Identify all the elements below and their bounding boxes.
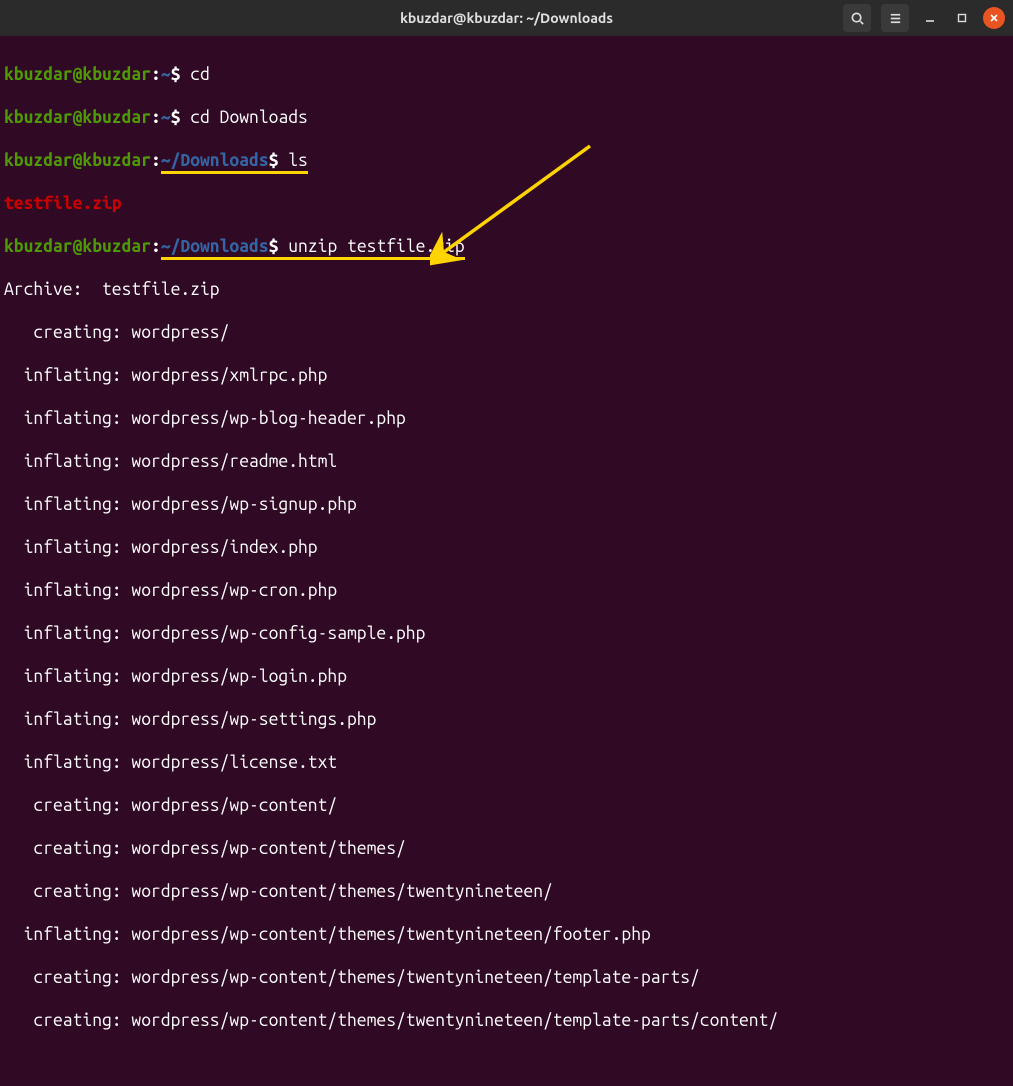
prompt-user: kbuzdar@kbuzdar: [4, 151, 151, 170]
output-line: Archive: testfile.zip: [4, 279, 1007, 301]
minimize-button[interactable]: [919, 7, 941, 29]
search-icon: [850, 11, 865, 26]
prompt-sep: :: [151, 237, 161, 256]
maximize-icon: [957, 13, 967, 23]
prompt-sep: :: [151, 151, 161, 170]
prompt-sep: :: [151, 65, 161, 84]
terminal-line: kbuzdar@kbuzdar:~$ cd Downloads: [4, 107, 1007, 129]
search-button[interactable]: [843, 4, 871, 32]
titlebar: kbuzdar@kbuzdar: ~/Downloads: [0, 0, 1013, 36]
output-line: inflating: wordpress/wp-config-sample.ph…: [4, 623, 1007, 645]
output-line: inflating: wordpress/xmlrpc.php: [4, 365, 1007, 387]
output-line: creating: wordpress/wp-content/themes/tw…: [4, 967, 1007, 989]
terminal-line: kbuzdar@kbuzdar:~$ cd: [4, 64, 1007, 86]
command-text: cd Downloads: [190, 108, 308, 127]
command-text: ls: [288, 151, 308, 174]
output-line: creating: wordpress/wp-content/themes/: [4, 838, 1007, 860]
output-line: inflating: wordpress/index.php: [4, 537, 1007, 559]
output-line: creating: wordpress/wp-content/themes/tw…: [4, 881, 1007, 903]
prompt-path: ~/Downloads: [161, 151, 269, 174]
close-icon: [989, 13, 999, 23]
output-line: inflating: wordpress/wp-login.php: [4, 666, 1007, 688]
close-button[interactable]: [983, 7, 1005, 29]
ls-output-file: testfile.zip: [4, 194, 122, 213]
prompt-sigil: $: [269, 151, 279, 174]
output-line: inflating: wordpress/wp-cron.php: [4, 580, 1007, 602]
maximize-button[interactable]: [951, 7, 973, 29]
output-line: inflating: wordpress/wp-blog-header.php: [4, 408, 1007, 430]
prompt-sigil: $: [171, 108, 181, 127]
terminal-line: kbuzdar@kbuzdar:~/Downloads$ ls: [4, 150, 1007, 172]
window-title: kbuzdar@kbuzdar: ~/Downloads: [400, 10, 613, 26]
output-line: inflating: wordpress/wp-settings.php: [4, 709, 1007, 731]
prompt-path: ~: [161, 108, 171, 127]
titlebar-controls: [843, 4, 1005, 32]
prompt-user: kbuzdar@kbuzdar: [4, 237, 151, 256]
output-line: creating: wordpress/wp-content/themes/tw…: [4, 1010, 1007, 1032]
terminal-line: testfile.zip: [4, 193, 1007, 215]
prompt-path: ~/Downloads: [161, 237, 269, 260]
terminal-area[interactable]: kbuzdar@kbuzdar:~$ cd kbuzdar@kbuzdar:~$…: [0, 36, 1013, 1086]
command-text: unzip testfile.zip: [288, 237, 464, 260]
output-line: creating: wordpress/wp-content/: [4, 795, 1007, 817]
output-line: inflating: wordpress/readme.html: [4, 451, 1007, 473]
output-line: inflating: wordpress/wp-signup.php: [4, 494, 1007, 516]
prompt-path: ~: [161, 65, 171, 84]
prompt-sigil: $: [269, 237, 279, 260]
terminal-line: kbuzdar@kbuzdar:~/Downloads$ unzip testf…: [4, 236, 1007, 258]
prompt-sigil: $: [171, 65, 181, 84]
output-line: inflating: wordpress/wp-content/themes/t…: [4, 924, 1007, 946]
menu-button[interactable]: [881, 4, 909, 32]
output-line: inflating: wordpress/license.txt: [4, 752, 1007, 774]
prompt-user: kbuzdar@kbuzdar: [4, 65, 151, 84]
prompt-user: kbuzdar@kbuzdar: [4, 108, 151, 127]
hamburger-icon: [888, 11, 903, 26]
prompt-sep: :: [151, 108, 161, 127]
minimize-icon: [925, 13, 935, 23]
command-text: cd: [190, 65, 210, 84]
output-line: creating: wordpress/: [4, 322, 1007, 344]
